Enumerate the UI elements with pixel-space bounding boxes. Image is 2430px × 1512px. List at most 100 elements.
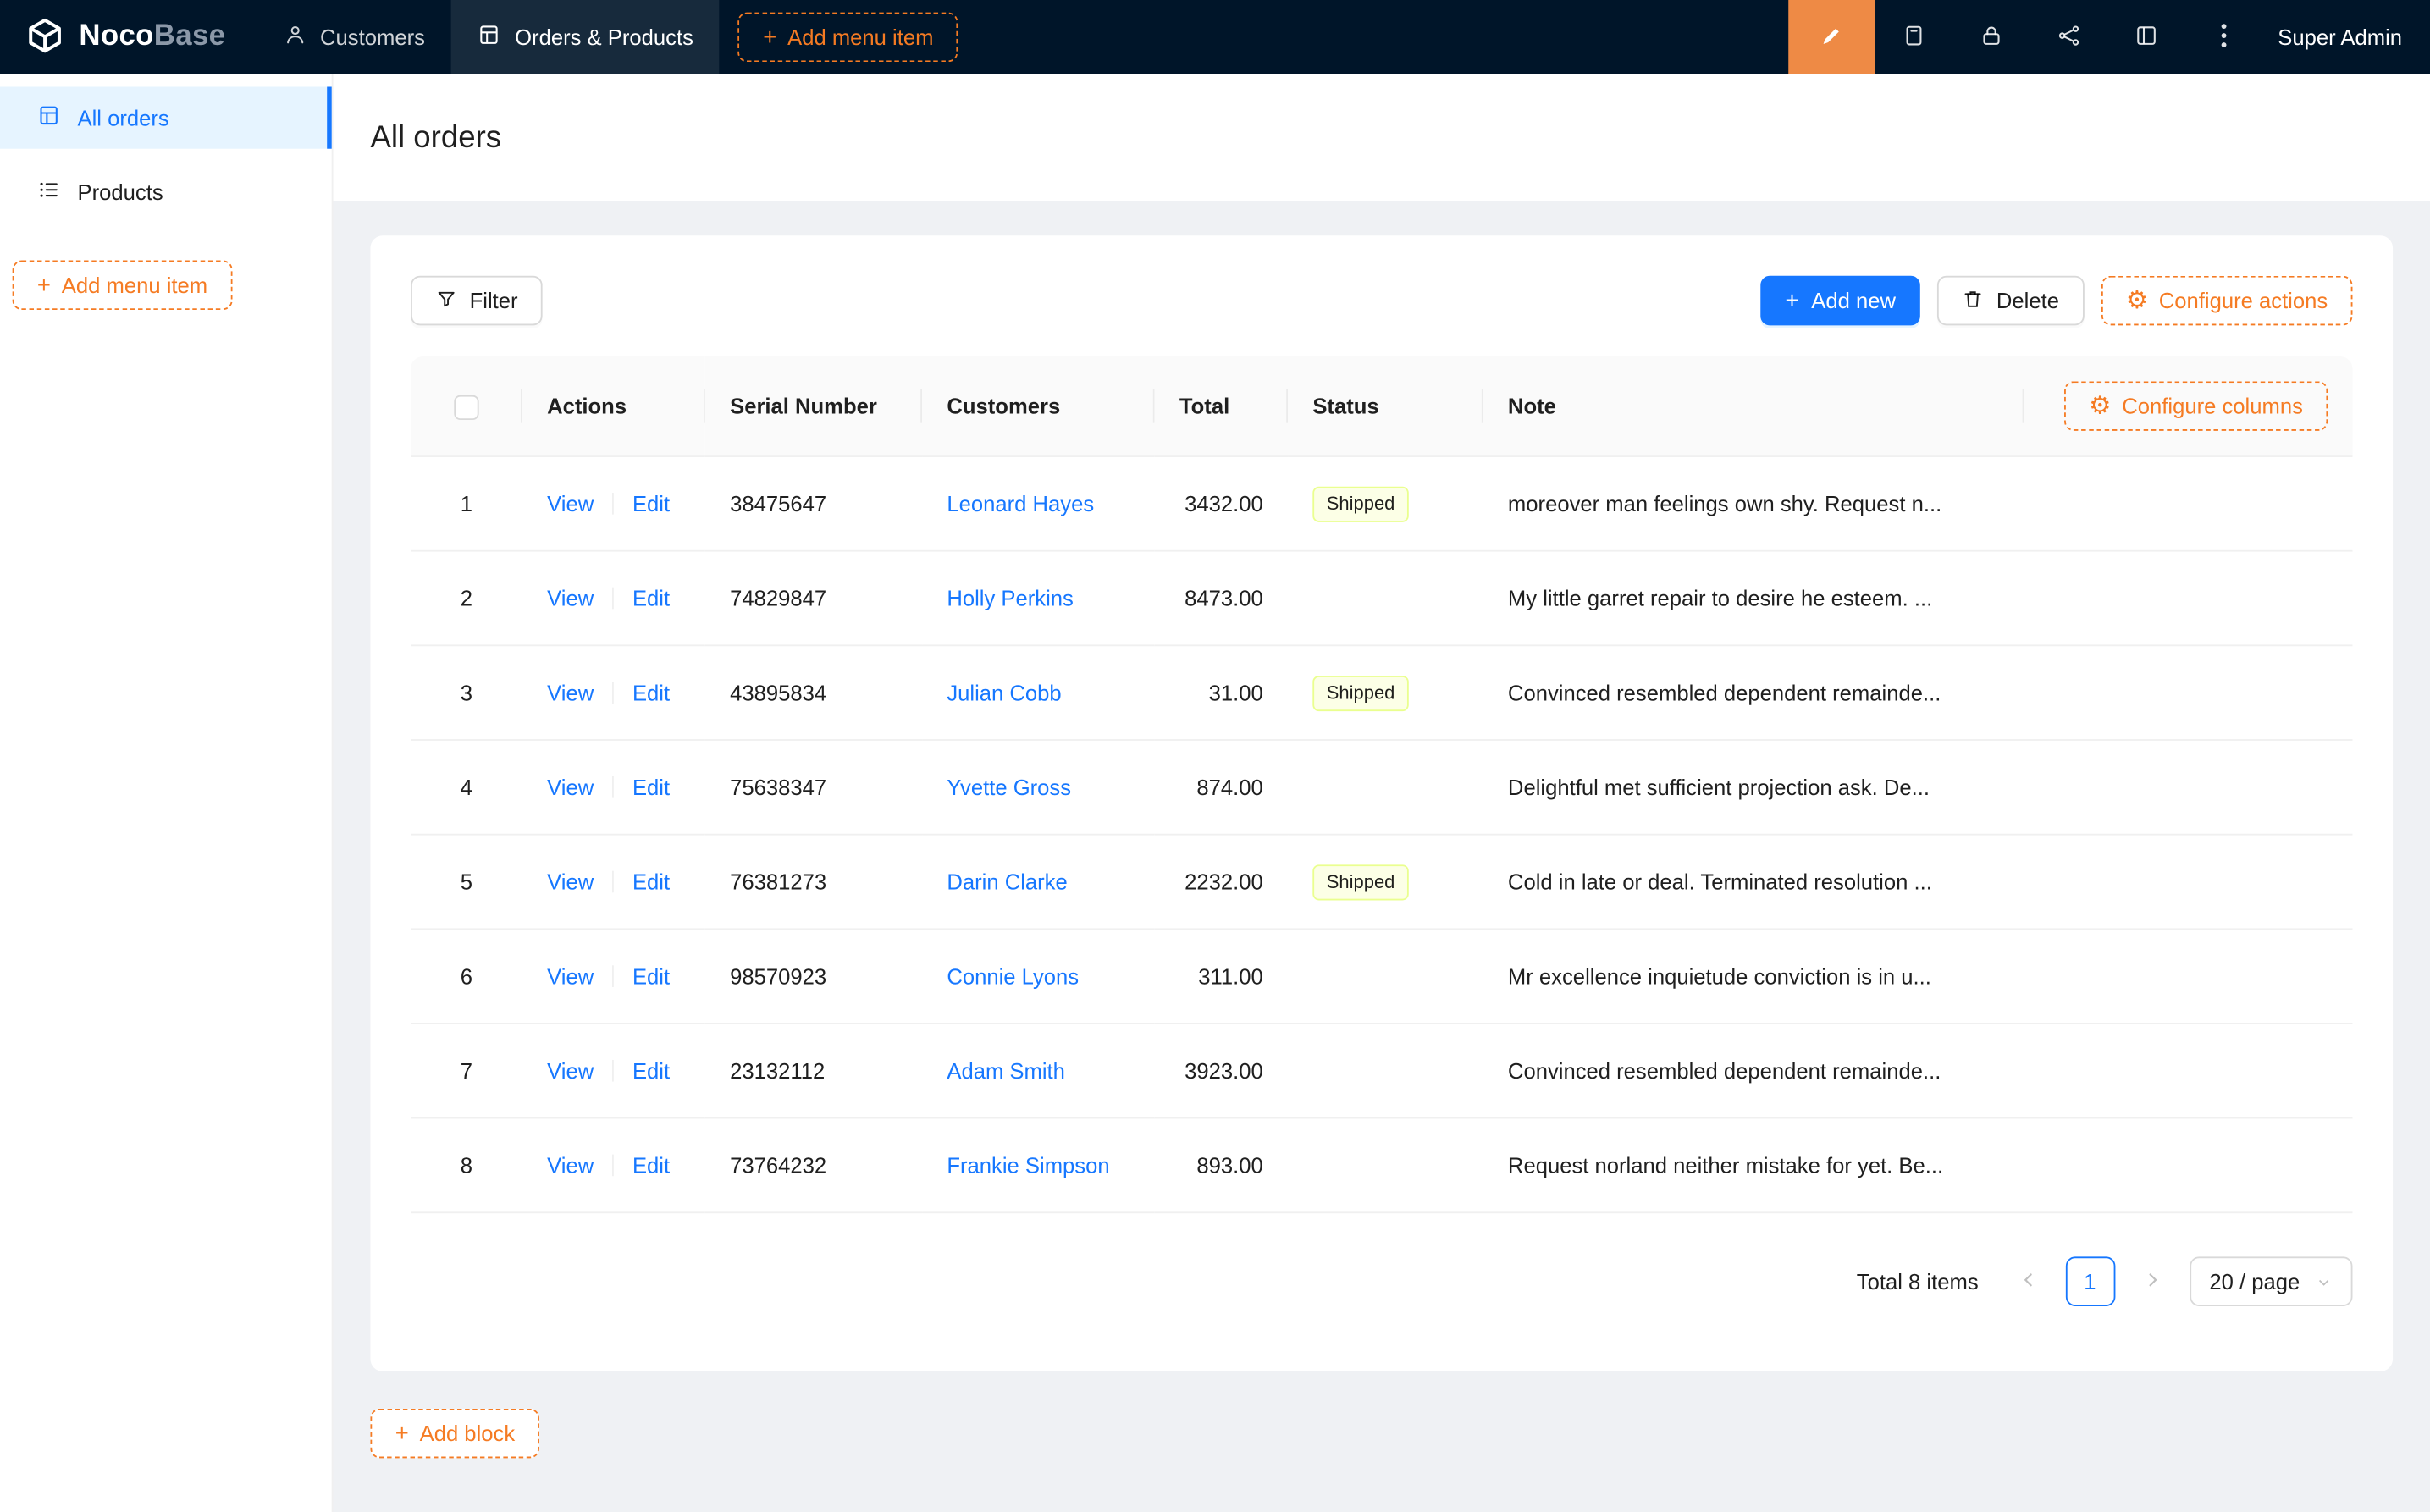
column-header-serial-number: Serial Number <box>705 356 922 456</box>
orders-table-icon <box>37 104 60 132</box>
add-block-button[interactable]: + Add block <box>370 1409 539 1459</box>
edit-link[interactable]: Edit <box>632 491 670 516</box>
sidebar-item-products[interactable]: Products <box>0 161 332 223</box>
chevron-down-icon <box>2316 1273 2333 1290</box>
serial-number: 43895834 <box>730 681 826 705</box>
plus-icon: + <box>395 1421 409 1444</box>
edit-link[interactable]: Edit <box>632 681 670 705</box>
configure-actions-button[interactable]: ⚙ Configure actions <box>2101 276 2352 326</box>
security-button[interactable] <box>1952 0 2030 74</box>
page-title: All orders <box>370 120 501 156</box>
chevron-left-icon <box>2019 1270 2037 1293</box>
api-button[interactable] <box>2030 0 2107 74</box>
edit-link[interactable]: Edit <box>632 1058 670 1083</box>
nocobase-logo[interactable]: NocoBase <box>0 0 257 74</box>
action-divider <box>612 682 614 704</box>
more-menu-button[interactable] <box>2184 0 2262 74</box>
sidebar: All orders Products + Add menu item <box>0 74 334 1512</box>
customer-link[interactable]: Holly Perkins <box>947 586 1074 610</box>
column-header-note: Note <box>1483 356 2024 456</box>
action-divider <box>612 776 614 798</box>
pagination-prev-button[interactable] <box>2003 1256 2053 1306</box>
page-content: Filter + Add new Delete <box>334 201 2430 1493</box>
customer-link[interactable]: Leonard Hayes <box>947 491 1094 516</box>
view-link[interactable]: View <box>547 1058 594 1083</box>
view-link[interactable]: View <box>547 775 594 799</box>
view-link[interactable]: View <box>547 1153 594 1178</box>
sidebar-item-all-orders[interactable]: All orders <box>0 87 332 149</box>
edit-link[interactable]: Edit <box>632 963 670 988</box>
toolbar-right: + Add new Delete ⚙ Configure actions <box>1760 276 2352 326</box>
customer-link[interactable]: Frankie Simpson <box>947 1153 1109 1178</box>
view-link[interactable]: View <box>547 963 594 988</box>
delete-button[interactable]: Delete <box>1937 276 2084 326</box>
trash-icon <box>1963 288 1985 314</box>
nav-tab-orders-products[interactable]: Orders & Products <box>451 0 720 74</box>
edit-link[interactable]: Edit <box>632 869 670 894</box>
total-value: 311.00 <box>1198 963 1262 988</box>
action-divider <box>612 871 614 893</box>
page-size-select[interactable]: 20 / page <box>2190 1256 2353 1306</box>
user-menu[interactable]: Super Admin <box>2262 0 2430 74</box>
customer-link[interactable]: Julian Cobb <box>947 681 1061 705</box>
nav-tab-customers[interactable]: Customers <box>257 0 451 74</box>
logo-text: NocoBase <box>79 20 225 54</box>
add-new-button[interactable]: + Add new <box>1760 276 1920 326</box>
gear-icon: ⚙ <box>2089 394 2111 418</box>
select-all-checkbox[interactable] <box>454 395 478 419</box>
layout-button[interactable] <box>2107 0 2185 74</box>
edit-link[interactable]: Edit <box>632 1153 670 1178</box>
row-index: 1 <box>461 491 472 516</box>
view-link[interactable]: View <box>547 491 594 516</box>
customer-link[interactable]: Adam Smith <box>947 1058 1065 1083</box>
nav-tab-label: Customers <box>320 25 425 49</box>
main-area: All orders Filter + Add new <box>334 74 2430 1512</box>
orders-table: Actions Serial Number Customers Total St… <box>411 356 2352 1213</box>
table-row: 4 ViewEdit 75638347 Yvette Gross 874.00 … <box>411 740 2352 835</box>
total-value: 3432.00 <box>1185 491 1263 516</box>
edit-link[interactable]: Edit <box>632 586 670 610</box>
pagination-next-button[interactable] <box>2127 1256 2177 1306</box>
notebook-button[interactable] <box>1875 0 1952 74</box>
note-text: Convinced resembled dependent remainde..… <box>1508 681 1999 705</box>
action-divider <box>612 588 614 610</box>
customer-link[interactable]: Yvette Gross <box>947 775 1071 799</box>
list-icon <box>37 178 60 206</box>
serial-number: 74829847 <box>730 586 826 610</box>
sidebar-add-menu-item-button[interactable]: + Add menu item <box>13 261 233 311</box>
table-row: 8 ViewEdit 73764232 Frankie Simpson 893.… <box>411 1118 2352 1213</box>
customer-link[interactable]: Darin Clarke <box>947 869 1067 894</box>
customers-icon <box>283 23 306 51</box>
serial-number: 38475647 <box>730 491 826 516</box>
edit-link[interactable]: Edit <box>632 775 670 799</box>
row-index: 4 <box>461 775 472 799</box>
filter-button[interactable]: Filter <box>411 276 543 326</box>
status-badge: Shipped <box>1312 864 1409 899</box>
action-divider <box>612 1060 614 1082</box>
configure-columns-button[interactable]: ⚙ Configure columns <box>2064 381 2328 431</box>
table-row: 2 ViewEdit 74829847 Holly Perkins 8473.0… <box>411 551 2352 646</box>
header-spacer <box>958 0 1788 74</box>
pagination-page-1[interactable]: 1 <box>2065 1256 2115 1306</box>
pagination-total: Total 8 items <box>1857 1269 1979 1294</box>
sidebar-item-label: Products <box>78 179 163 204</box>
header-add-menu-item-button[interactable]: + Add menu item <box>738 13 958 63</box>
view-link[interactable]: View <box>547 681 594 705</box>
app: NocoBase Customers Orders & Products + A… <box>0 0 2430 1512</box>
row-index: 2 <box>461 586 472 610</box>
row-index: 5 <box>461 869 472 894</box>
share-nodes-icon <box>2057 23 2081 52</box>
note-text: Request norland neither mistake for yet.… <box>1508 1153 1999 1178</box>
serial-number: 75638347 <box>730 775 826 799</box>
view-link[interactable]: View <box>547 586 594 610</box>
row-index: 6 <box>461 963 472 988</box>
customer-link[interactable]: Connie Lyons <box>947 963 1079 988</box>
ui-editor-button[interactable] <box>1788 0 1875 74</box>
note-text: Mr excellence inquietude conviction is i… <box>1508 963 1999 988</box>
table-row: 5 ViewEdit 76381273 Darin Clarke 2232.00… <box>411 835 2352 930</box>
plus-icon: + <box>37 273 51 296</box>
table-body: 1 View Edit 38475647 Leonard Hayes 3432.0… <box>411 456 2352 1212</box>
table-row: 3 ViewEdit 43895834 Julian Cobb 31.00 Sh… <box>411 645 2352 740</box>
view-link[interactable]: View <box>547 869 594 894</box>
note-text: moreover man feelings own shy. Request n… <box>1508 491 1999 516</box>
